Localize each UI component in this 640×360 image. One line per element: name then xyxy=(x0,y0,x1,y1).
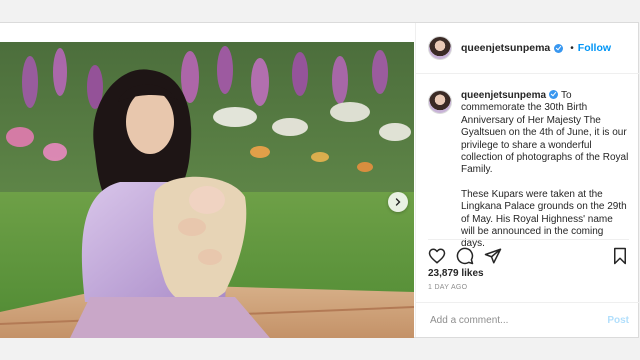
comment-input[interactable] xyxy=(428,314,608,327)
dot-separator: • xyxy=(570,42,574,54)
post-comment-button[interactable]: Post xyxy=(607,315,629,326)
heart-icon xyxy=(428,248,446,264)
post-header: queenjetsunpema • Follow xyxy=(416,23,639,74)
action-bar xyxy=(428,239,629,268)
post-timestamp[interactable]: 1 DAY AGO xyxy=(428,284,467,291)
header-username[interactable]: queenjetsunpema xyxy=(461,42,550,54)
likes-count[interactable]: 23,879 likes xyxy=(428,268,484,279)
caption-username[interactable]: queenjetsunpema xyxy=(461,90,546,101)
share-button[interactable] xyxy=(484,247,502,265)
caption-avatar[interactable] xyxy=(428,90,452,114)
post-sidebar: queenjetsunpema • Follow queenjetsunpema… xyxy=(415,23,639,337)
instagram-post: queenjetsunpema • Follow queenjetsunpema… xyxy=(0,22,639,338)
paper-plane-icon xyxy=(484,248,502,264)
photo-illustration xyxy=(0,42,414,338)
comment-icon xyxy=(456,247,474,265)
caption-area: queenjetsunpema To commemorate the 30th B… xyxy=(416,74,639,256)
like-button[interactable] xyxy=(428,247,446,265)
comment-box: Post xyxy=(416,302,639,338)
follow-button[interactable]: Follow xyxy=(578,42,611,54)
post-photo[interactable] xyxy=(0,42,414,338)
chevron-right-icon xyxy=(395,198,401,206)
verified-badge-icon xyxy=(549,90,559,99)
caption: queenjetsunpema To commemorate the 30th B… xyxy=(461,90,629,256)
caption-paragraph-1: queenjetsunpema To commemorate the 30th B… xyxy=(461,90,629,177)
verified-badge-icon xyxy=(554,43,564,53)
save-button[interactable] xyxy=(611,247,629,265)
avatar[interactable] xyxy=(428,36,452,60)
caption-text-1: To commemorate the 30th Birth Anniversar… xyxy=(461,90,629,176)
bookmark-icon xyxy=(614,247,626,265)
next-photo-button[interactable] xyxy=(388,192,408,212)
browser-background xyxy=(0,0,640,22)
comment-button[interactable] xyxy=(456,247,474,265)
